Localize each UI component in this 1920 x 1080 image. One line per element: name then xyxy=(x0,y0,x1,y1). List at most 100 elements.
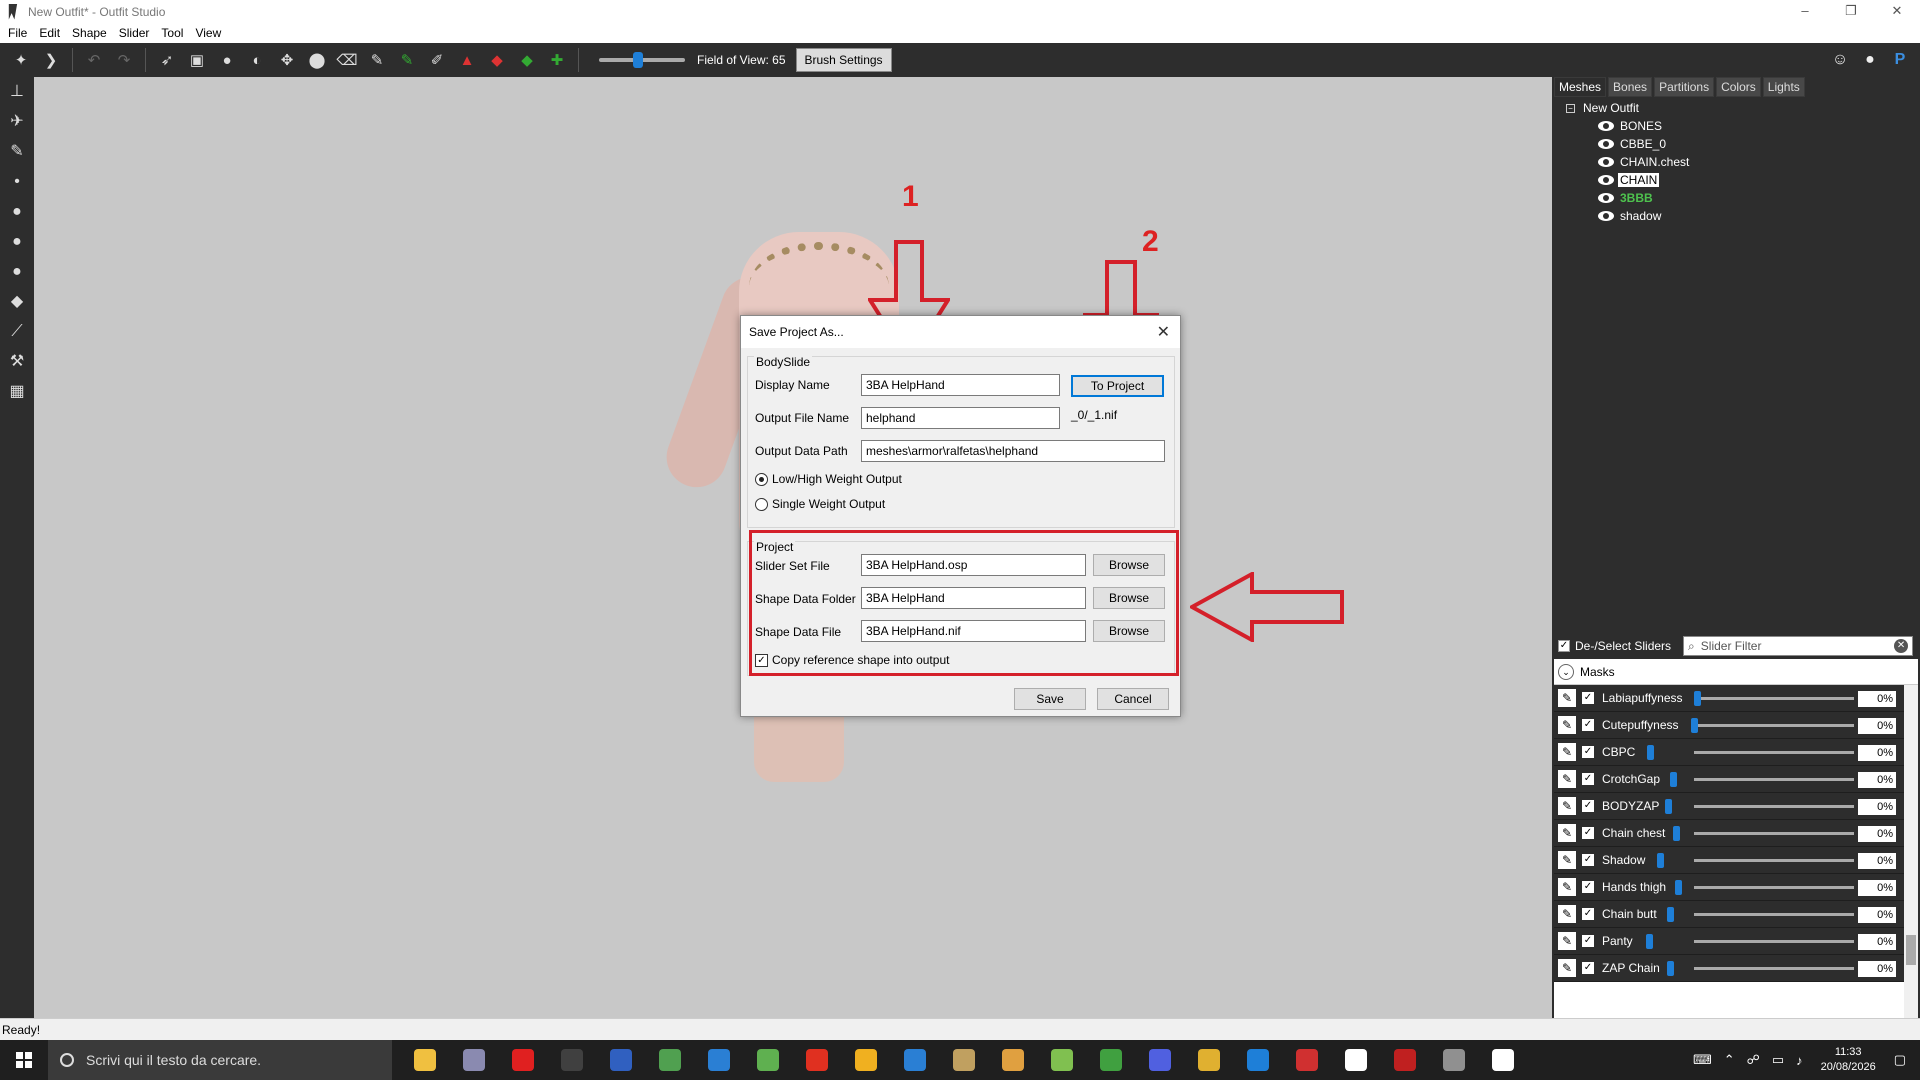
undo-icon[interactable]: ↶ xyxy=(82,48,106,72)
visibility-eye-icon[interactable] xyxy=(1598,121,1614,131)
slider-checkbox[interactable]: ✓ xyxy=(1582,827,1594,839)
slider-checkbox[interactable]: ✓ xyxy=(1582,692,1594,704)
slider-thumb[interactable] xyxy=(1647,745,1654,760)
slider-track[interactable] xyxy=(1670,772,1854,787)
taskbar-app-icon[interactable] xyxy=(1233,1040,1282,1080)
slider-row[interactable]: ✎ ✓ Panty 0% xyxy=(1554,928,1918,955)
eraser-icon[interactable]: ⌫ xyxy=(335,48,359,72)
menu-tool[interactable]: Tool xyxy=(161,26,183,40)
visibility-eye-icon[interactable] xyxy=(1598,139,1614,149)
taskbar-app-icon[interactable] xyxy=(988,1040,1037,1080)
grid-icon[interactable]: ▦ xyxy=(0,377,34,407)
sphere-icon[interactable]: ● xyxy=(0,257,34,287)
taskbar-app-icon[interactable] xyxy=(1037,1040,1086,1080)
dot-small-icon[interactable]: • xyxy=(0,167,34,197)
slider-value[interactable]: 0% xyxy=(1858,718,1896,734)
slider-checkbox[interactable]: ✓ xyxy=(1582,881,1594,893)
slider-checkbox[interactable]: ✓ xyxy=(1582,935,1594,947)
slider-value[interactable]: 0% xyxy=(1858,826,1896,842)
edit-slider-icon[interactable]: ✎ xyxy=(1558,959,1576,977)
slider-row[interactable]: ✎ ✓ Hands thigh 0% xyxy=(1554,874,1918,901)
pin-icon[interactable]: ✈ xyxy=(0,107,34,137)
edit-slider-icon[interactable]: ✎ xyxy=(1558,770,1576,788)
slider-thumb[interactable] xyxy=(1667,907,1674,922)
cancel-button[interactable]: Cancel xyxy=(1097,688,1169,710)
slider-row[interactable]: ✎ ✓ BODYZAP 0% xyxy=(1554,793,1918,820)
clock[interactable]: 11:33 20/08/2026 xyxy=(1821,1045,1876,1075)
to-project-button[interactable]: To Project xyxy=(1071,375,1164,397)
slider-value[interactable]: 0% xyxy=(1858,907,1896,923)
mesh-item[interactable]: CBBE_0 xyxy=(1598,135,1668,153)
slider-value[interactable]: 0% xyxy=(1858,691,1896,707)
slider-thumb[interactable] xyxy=(1665,799,1672,814)
taskbar-app-icon[interactable] xyxy=(743,1040,792,1080)
collapse-toggle-icon[interactable]: − xyxy=(1566,103,1575,113)
slider-row[interactable]: ✎ ✓ CBPC 0% xyxy=(1554,739,1918,766)
edit-slider-icon[interactable]: ✎ xyxy=(1558,932,1576,950)
slider-checkbox[interactable]: ✓ xyxy=(1582,962,1594,974)
edit-slider-icon[interactable]: ✎ xyxy=(1558,689,1576,707)
deflate-brush-icon[interactable]: ◐ xyxy=(245,48,269,72)
masks-row[interactable]: ⌄ Masks xyxy=(1554,659,1918,685)
taskbar-app-icon[interactable] xyxy=(1086,1040,1135,1080)
taskbar-app-icon[interactable] xyxy=(1135,1040,1184,1080)
taskbar-app-icon[interactable] xyxy=(1429,1040,1478,1080)
tab-meshes[interactable]: Meshes xyxy=(1554,77,1607,97)
menu-slider[interactable]: Slider xyxy=(119,26,150,40)
slider-checkbox[interactable]: ✓ xyxy=(1582,908,1594,920)
visibility-eye-icon[interactable] xyxy=(1598,211,1614,221)
move-brush-icon[interactable]: ✥ xyxy=(275,48,299,72)
notification-icon[interactable]: ▢ xyxy=(1894,1052,1906,1068)
keyboard-icon[interactable]: ⌨ xyxy=(1693,1052,1712,1068)
select-all-checkbox[interactable]: ✓ xyxy=(1558,640,1570,652)
close-window-button[interactable]: ✕ xyxy=(1874,0,1920,23)
taskbar-app-icon[interactable] xyxy=(939,1040,988,1080)
collapse-brush-icon[interactable]: ◆ xyxy=(515,48,539,72)
slider-track[interactable] xyxy=(1694,691,1854,706)
slider-value[interactable]: 0% xyxy=(1858,961,1896,977)
slider-thumb[interactable] xyxy=(1675,880,1682,895)
slider-thumb[interactable] xyxy=(1657,853,1664,868)
slider-track[interactable] xyxy=(1665,799,1854,814)
mesh-item[interactable]: 3BBB xyxy=(1598,189,1655,207)
paypal-icon[interactable]: P xyxy=(1888,48,1912,72)
slider-row[interactable]: ✎ ✓ Chain chest 0% xyxy=(1554,820,1918,847)
slider-row[interactable]: ✎ ✓ Labiapuffyness 0% xyxy=(1554,685,1918,712)
menu-view[interactable]: View xyxy=(195,26,221,40)
taskbar-app-icon[interactable] xyxy=(1478,1040,1527,1080)
slider-track[interactable] xyxy=(1675,880,1854,895)
slider-checkbox[interactable]: ✓ xyxy=(1582,746,1594,758)
dot-large-icon[interactable]: ● xyxy=(0,227,34,257)
mesh-item[interactable]: CHAIN xyxy=(1598,171,1660,189)
discord-icon[interactable]: ☺ xyxy=(1828,48,1852,72)
lowhigh-weight-radio[interactable]: Low/High Weight Output xyxy=(755,472,902,486)
select-brush-icon[interactable]: ➶ xyxy=(155,48,179,72)
fov-slider[interactable] xyxy=(599,52,685,68)
slider-checkbox[interactable]: ✓ xyxy=(1582,854,1594,866)
alpha-brush-icon[interactable]: ✐ xyxy=(425,48,449,72)
slider-track[interactable] xyxy=(1646,934,1854,949)
taskbar-app-icon[interactable] xyxy=(498,1040,547,1080)
unmask-brush-icon[interactable]: ◆ xyxy=(485,48,509,72)
edit-slider-icon[interactable]: ✎ xyxy=(1558,716,1576,734)
restore-button[interactable]: ❐ xyxy=(1828,0,1874,23)
slider-row[interactable]: ✎ ✓ Shadow 0% xyxy=(1554,847,1918,874)
edit-slider-icon[interactable]: ✎ xyxy=(1558,905,1576,923)
color-brush-icon[interactable]: ✎ xyxy=(395,48,419,72)
bodyslide-icon[interactable]: ✦ xyxy=(9,48,33,72)
chevron-down-icon[interactable]: ⌄ xyxy=(1558,663,1574,680)
taskbar-app-icon[interactable] xyxy=(890,1040,939,1080)
move-tool-icon[interactable]: ⊥ xyxy=(0,77,34,107)
slider-value[interactable]: 0% xyxy=(1858,745,1896,761)
output-file-input[interactable]: helphand xyxy=(861,407,1060,429)
slider-thumb[interactable] xyxy=(1646,934,1653,949)
taskbar-app-icon[interactable] xyxy=(792,1040,841,1080)
slider-filter-input[interactable]: ⌕ Slider Filter ✕ xyxy=(1683,636,1914,656)
slider-checkbox[interactable]: ✓ xyxy=(1582,773,1594,785)
taskbar-app-icon[interactable] xyxy=(1331,1040,1380,1080)
tab-bones[interactable]: Bones xyxy=(1608,77,1653,97)
outfit-icon[interactable]: ❯ xyxy=(39,48,63,72)
slider-track[interactable] xyxy=(1657,853,1854,868)
taskbar-app-icon[interactable] xyxy=(449,1040,498,1080)
pencil-icon[interactable]: ✎ xyxy=(0,137,34,167)
